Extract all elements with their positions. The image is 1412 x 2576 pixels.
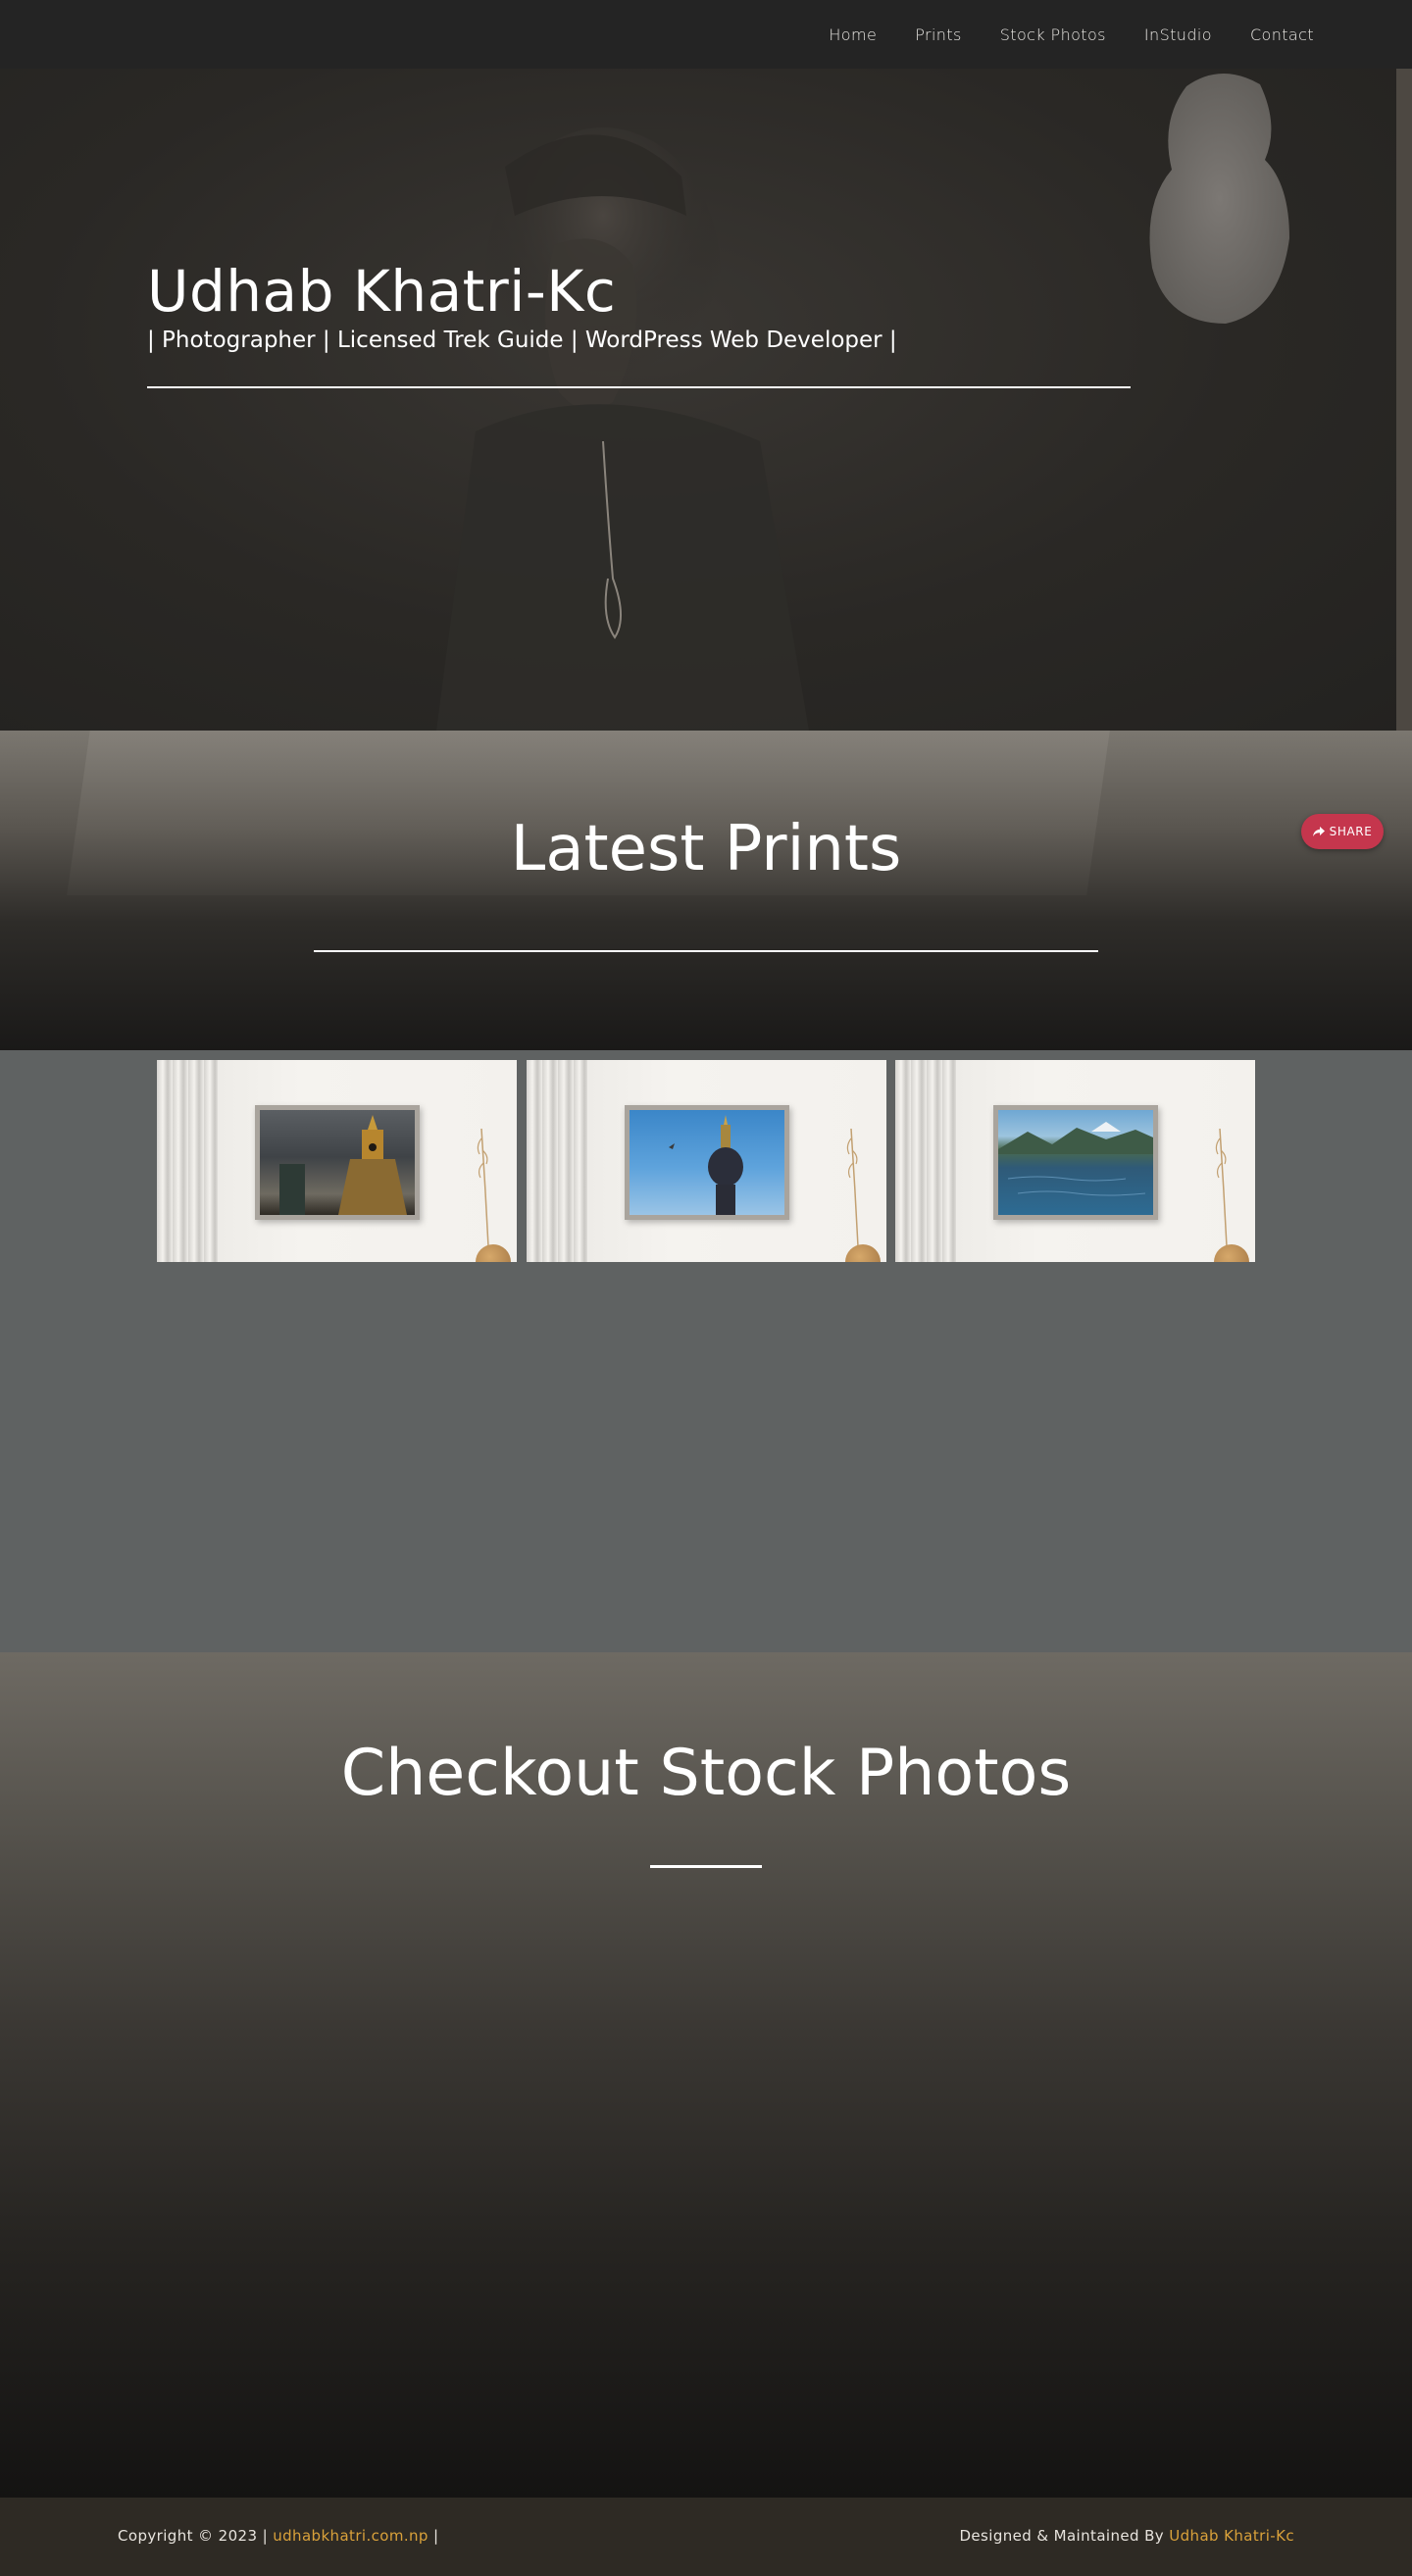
share-arrow-icon [1312, 826, 1325, 836]
copyright-text: Copyright © 2023 | [118, 2527, 269, 2545]
footer-site-link[interactable]: udhabkhatri.com.np [273, 2527, 429, 2545]
site-footer: Copyright © 2023 | udhabkhatri.com.np | … [0, 2498, 1412, 2576]
nav-contact-link[interactable]: Contact [1250, 25, 1314, 44]
nav-instudio-link[interactable]: InStudio [1144, 25, 1212, 44]
nav-home-link[interactable]: Home [829, 25, 877, 44]
dried-grass-decor [1215, 1129, 1228, 1246]
hero-subtitle: | Photographer | Licensed Trek Guide | W… [147, 328, 897, 353]
latest-prints-divider [314, 950, 1098, 952]
print-frame [625, 1105, 789, 1220]
pillar-photo [630, 1110, 784, 1215]
top-navigation: Home Prints Stock Photos InStudio Contac… [0, 0, 1412, 69]
footer-author-link[interactable]: Udhab Khatri-Kc [1169, 2527, 1294, 2545]
print-card-lake[interactable] [895, 1060, 1255, 1262]
hero-lamp-shape [1149, 73, 1289, 325]
stock-photos-title: Checkout Stock Photos [340, 1737, 1072, 1810]
dried-grass-decor [846, 1129, 859, 1246]
hero-divider [147, 386, 1131, 388]
vase-decor [845, 1244, 881, 1262]
print-frame [255, 1105, 420, 1220]
lake-photo [998, 1110, 1153, 1215]
share-label: SHARE [1329, 825, 1373, 838]
footer-credits: Designed & Maintained By Udhab Khatri-Kc [959, 2527, 1294, 2545]
hero-edge-strip [1396, 69, 1412, 731]
stock-photos-section: Checkout Stock Photos [0, 1652, 1412, 2498]
prints-grid [0, 1050, 1412, 1652]
hero-text: Udhab Khatri-Kc | Photographer | License… [147, 257, 1131, 355]
curtain-decor [157, 1060, 218, 1262]
hero-title: Udhab Khatri-Kc [147, 258, 617, 325]
print-frame [993, 1105, 1158, 1220]
footer-separator: | [433, 2527, 439, 2545]
vase-decor [476, 1244, 511, 1262]
hero-portrait-image [436, 127, 809, 731]
share-button[interactable]: SHARE [1301, 814, 1384, 849]
stupa-photo [260, 1110, 415, 1215]
curtain-decor [527, 1060, 587, 1262]
vase-decor [1214, 1244, 1249, 1262]
nav-prints-link[interactable]: Prints [915, 25, 962, 44]
latest-prints-title: Latest Prints [510, 813, 902, 885]
print-card-pillar[interactable] [527, 1060, 886, 1262]
curtain-decor [895, 1060, 956, 1262]
footer-copyright: Copyright © 2023 | udhabkhatri.com.np | [118, 2527, 439, 2545]
print-card-stupa[interactable] [157, 1060, 517, 1262]
latest-prints-section: Latest Prints [0, 731, 1412, 1050]
nav-stock-photos-link[interactable]: Stock Photos [1000, 25, 1106, 44]
dried-grass-decor [477, 1129, 489, 1246]
hero-section: Udhab Khatri-Kc | Photographer | License… [0, 0, 1412, 731]
designed-by-text: Designed & Maintained By [959, 2527, 1165, 2545]
stock-photos-divider [650, 1865, 762, 1868]
